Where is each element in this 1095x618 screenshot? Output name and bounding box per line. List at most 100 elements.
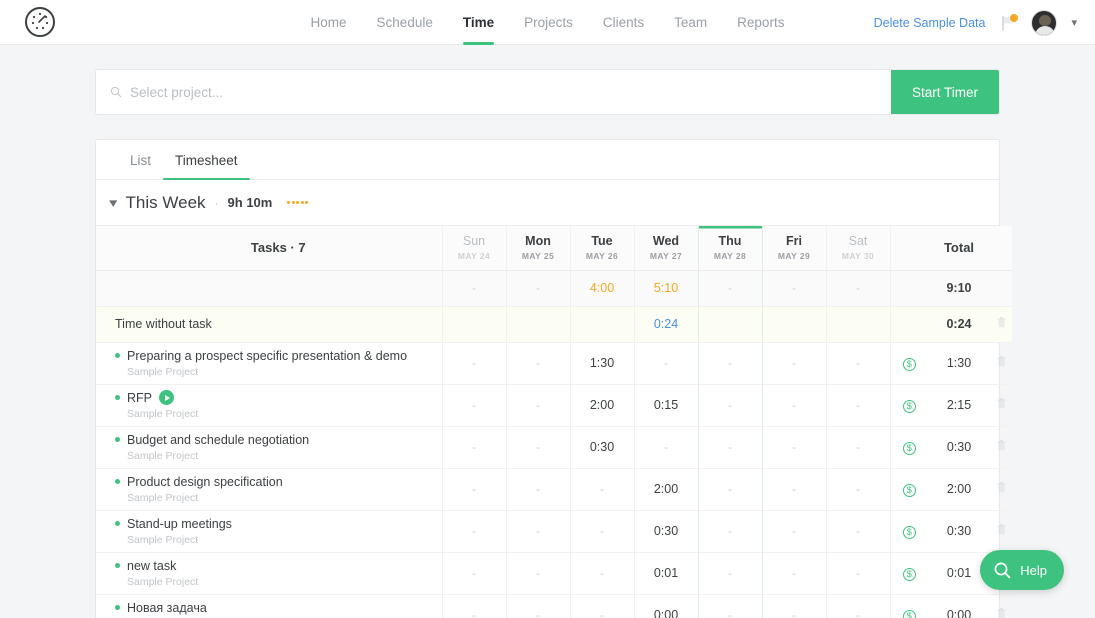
nav-item-schedule[interactable]: Schedule bbox=[362, 0, 448, 45]
cell-sun[interactable]: - bbox=[441, 426, 506, 469]
nav-item-clients[interactable]: Clients bbox=[588, 0, 659, 45]
cell-tue[interactable]: - bbox=[569, 594, 634, 618]
cell-wed[interactable]: - bbox=[633, 426, 698, 469]
task-name[interactable]: RFP bbox=[127, 391, 152, 405]
cell-mon[interactable]: - bbox=[505, 384, 570, 427]
col-header-sun[interactable]: Sun MAY 24 bbox=[441, 226, 506, 271]
nav-item-projects[interactable]: Projects bbox=[509, 0, 588, 45]
task-name[interactable]: new task bbox=[127, 559, 176, 573]
col-header-fri[interactable]: Fri MAY 29 bbox=[762, 226, 826, 271]
cell-sun[interactable]: - bbox=[441, 594, 506, 618]
cell-mon[interactable]: - bbox=[505, 468, 570, 511]
cell-sat[interactable]: - bbox=[825, 384, 890, 427]
cell-mon[interactable]: - bbox=[505, 594, 570, 618]
col-header-sat[interactable]: Sat MAY 30 bbox=[825, 226, 890, 271]
nav-item-reports[interactable]: Reports bbox=[722, 0, 799, 45]
task-name[interactable]: Product design specification bbox=[127, 475, 283, 489]
cell-wed[interactable]: 0:30 bbox=[633, 510, 698, 553]
cell-fri[interactable]: - bbox=[762, 384, 826, 427]
dollar-circle-icon[interactable]: $ bbox=[902, 442, 916, 455]
nontask-fri[interactable] bbox=[762, 306, 826, 343]
cell-mon[interactable]: - bbox=[505, 510, 570, 553]
cell-sun[interactable]: - bbox=[441, 468, 506, 511]
nontask-sat[interactable] bbox=[825, 306, 890, 343]
chevron-down-icon[interactable]: ▾ bbox=[109, 195, 117, 211]
help-button[interactable]: Help bbox=[980, 550, 1064, 590]
cell-tue[interactable]: - bbox=[569, 552, 634, 595]
cell-sun[interactable]: - bbox=[441, 342, 506, 385]
cell-sat[interactable]: - bbox=[825, 552, 890, 595]
task-project[interactable]: Sample Project bbox=[127, 576, 442, 588]
nav-item-home[interactable]: Home bbox=[296, 0, 362, 45]
nontask-thu[interactable] bbox=[697, 306, 763, 343]
tab-list[interactable]: List bbox=[118, 153, 163, 179]
play-icon[interactable] bbox=[159, 390, 174, 405]
nav-item-time[interactable]: Time bbox=[448, 0, 509, 45]
task-name[interactable]: Preparing a prospect specific presentati… bbox=[127, 349, 407, 363]
app-logo[interactable] bbox=[25, 7, 55, 37]
cell-thu[interactable]: - bbox=[697, 510, 763, 553]
cell-fri[interactable]: - bbox=[762, 510, 826, 553]
start-timer-button[interactable]: Start Timer bbox=[891, 70, 999, 114]
col-header-thu[interactable]: Thu MAY 28 bbox=[697, 226, 763, 271]
dollar-circle-icon[interactable]: $ bbox=[902, 568, 916, 581]
trash-icon[interactable] bbox=[997, 438, 1006, 455]
chevron-down-icon[interactable]: ▾ bbox=[1071, 16, 1077, 29]
dollar-circle-icon[interactable]: $ bbox=[902, 400, 916, 413]
cell-wed[interactable]: - bbox=[633, 342, 698, 385]
cell-fri[interactable]: - bbox=[762, 552, 826, 595]
task-project[interactable]: Sample Project bbox=[127, 450, 442, 462]
task-name[interactable]: Новая задача bbox=[127, 601, 207, 615]
trash-icon[interactable] bbox=[997, 315, 1006, 332]
cell-wed[interactable]: 0:01 bbox=[633, 552, 698, 595]
cell-sun[interactable]: - bbox=[441, 552, 506, 595]
nontask-sun[interactable] bbox=[441, 306, 506, 343]
project-select-input[interactable]: Select project... bbox=[96, 70, 891, 114]
task-project[interactable]: Sample Project bbox=[127, 408, 442, 420]
dollar-circle-icon[interactable]: $ bbox=[902, 484, 916, 497]
cell-mon[interactable]: - bbox=[505, 552, 570, 595]
cell-sat[interactable]: - bbox=[825, 594, 890, 618]
trash-icon[interactable] bbox=[997, 396, 1006, 413]
cell-sat[interactable]: - bbox=[825, 468, 890, 511]
cell-sun[interactable]: - bbox=[441, 384, 506, 427]
nontask-wed[interactable]: 0:24 bbox=[633, 306, 698, 343]
col-header-mon[interactable]: Mon MAY 25 bbox=[505, 226, 570, 271]
cell-thu[interactable]: - bbox=[697, 384, 763, 427]
task-project[interactable]: Sample Project bbox=[127, 366, 442, 378]
user-avatar[interactable] bbox=[1031, 9, 1058, 36]
cell-thu[interactable]: - bbox=[697, 342, 763, 385]
cell-fri[interactable]: - bbox=[762, 342, 826, 385]
nontask-tue[interactable] bbox=[569, 306, 634, 343]
tab-timesheet[interactable]: Timesheet bbox=[163, 153, 250, 180]
cell-mon[interactable]: - bbox=[505, 342, 570, 385]
nontask-mon[interactable] bbox=[505, 306, 570, 343]
col-header-tue[interactable]: Tue MAY 26 bbox=[569, 226, 634, 271]
cell-thu[interactable]: - bbox=[697, 468, 763, 511]
cell-thu[interactable]: - bbox=[697, 426, 763, 469]
trash-icon[interactable] bbox=[997, 354, 1006, 371]
task-project[interactable]: Sample Project bbox=[127, 492, 442, 504]
cell-sat[interactable]: - bbox=[825, 342, 890, 385]
cell-tue[interactable]: 1:30 bbox=[569, 342, 634, 385]
task-name[interactable]: Budget and schedule negotiation bbox=[127, 433, 309, 447]
cell-thu[interactable]: - bbox=[697, 552, 763, 595]
cell-thu[interactable]: - bbox=[697, 594, 763, 618]
cell-fri[interactable]: - bbox=[762, 468, 826, 511]
dollar-circle-icon[interactable]: $ bbox=[902, 610, 916, 618]
nav-item-team[interactable]: Team bbox=[659, 0, 722, 45]
cell-wed[interactable]: 0:15 bbox=[633, 384, 698, 427]
dollar-circle-icon[interactable]: $ bbox=[902, 358, 916, 371]
cell-wed[interactable]: 2:00 bbox=[633, 468, 698, 511]
task-name[interactable]: Stand-up meetings bbox=[127, 517, 232, 531]
trash-icon[interactable] bbox=[997, 606, 1006, 618]
cell-tue[interactable]: - bbox=[569, 510, 634, 553]
cell-wed[interactable]: 0:00 bbox=[633, 594, 698, 618]
cell-fri[interactable]: - bbox=[762, 594, 826, 618]
cell-tue[interactable]: 2:00 bbox=[569, 384, 634, 427]
cell-tue[interactable]: 0:30 bbox=[569, 426, 634, 469]
cell-tue[interactable]: - bbox=[569, 468, 634, 511]
col-header-wed[interactable]: Wed MAY 27 bbox=[633, 226, 698, 271]
flag-notification-icon[interactable] bbox=[999, 13, 1019, 32]
task-project[interactable]: Sample Project bbox=[127, 534, 442, 546]
